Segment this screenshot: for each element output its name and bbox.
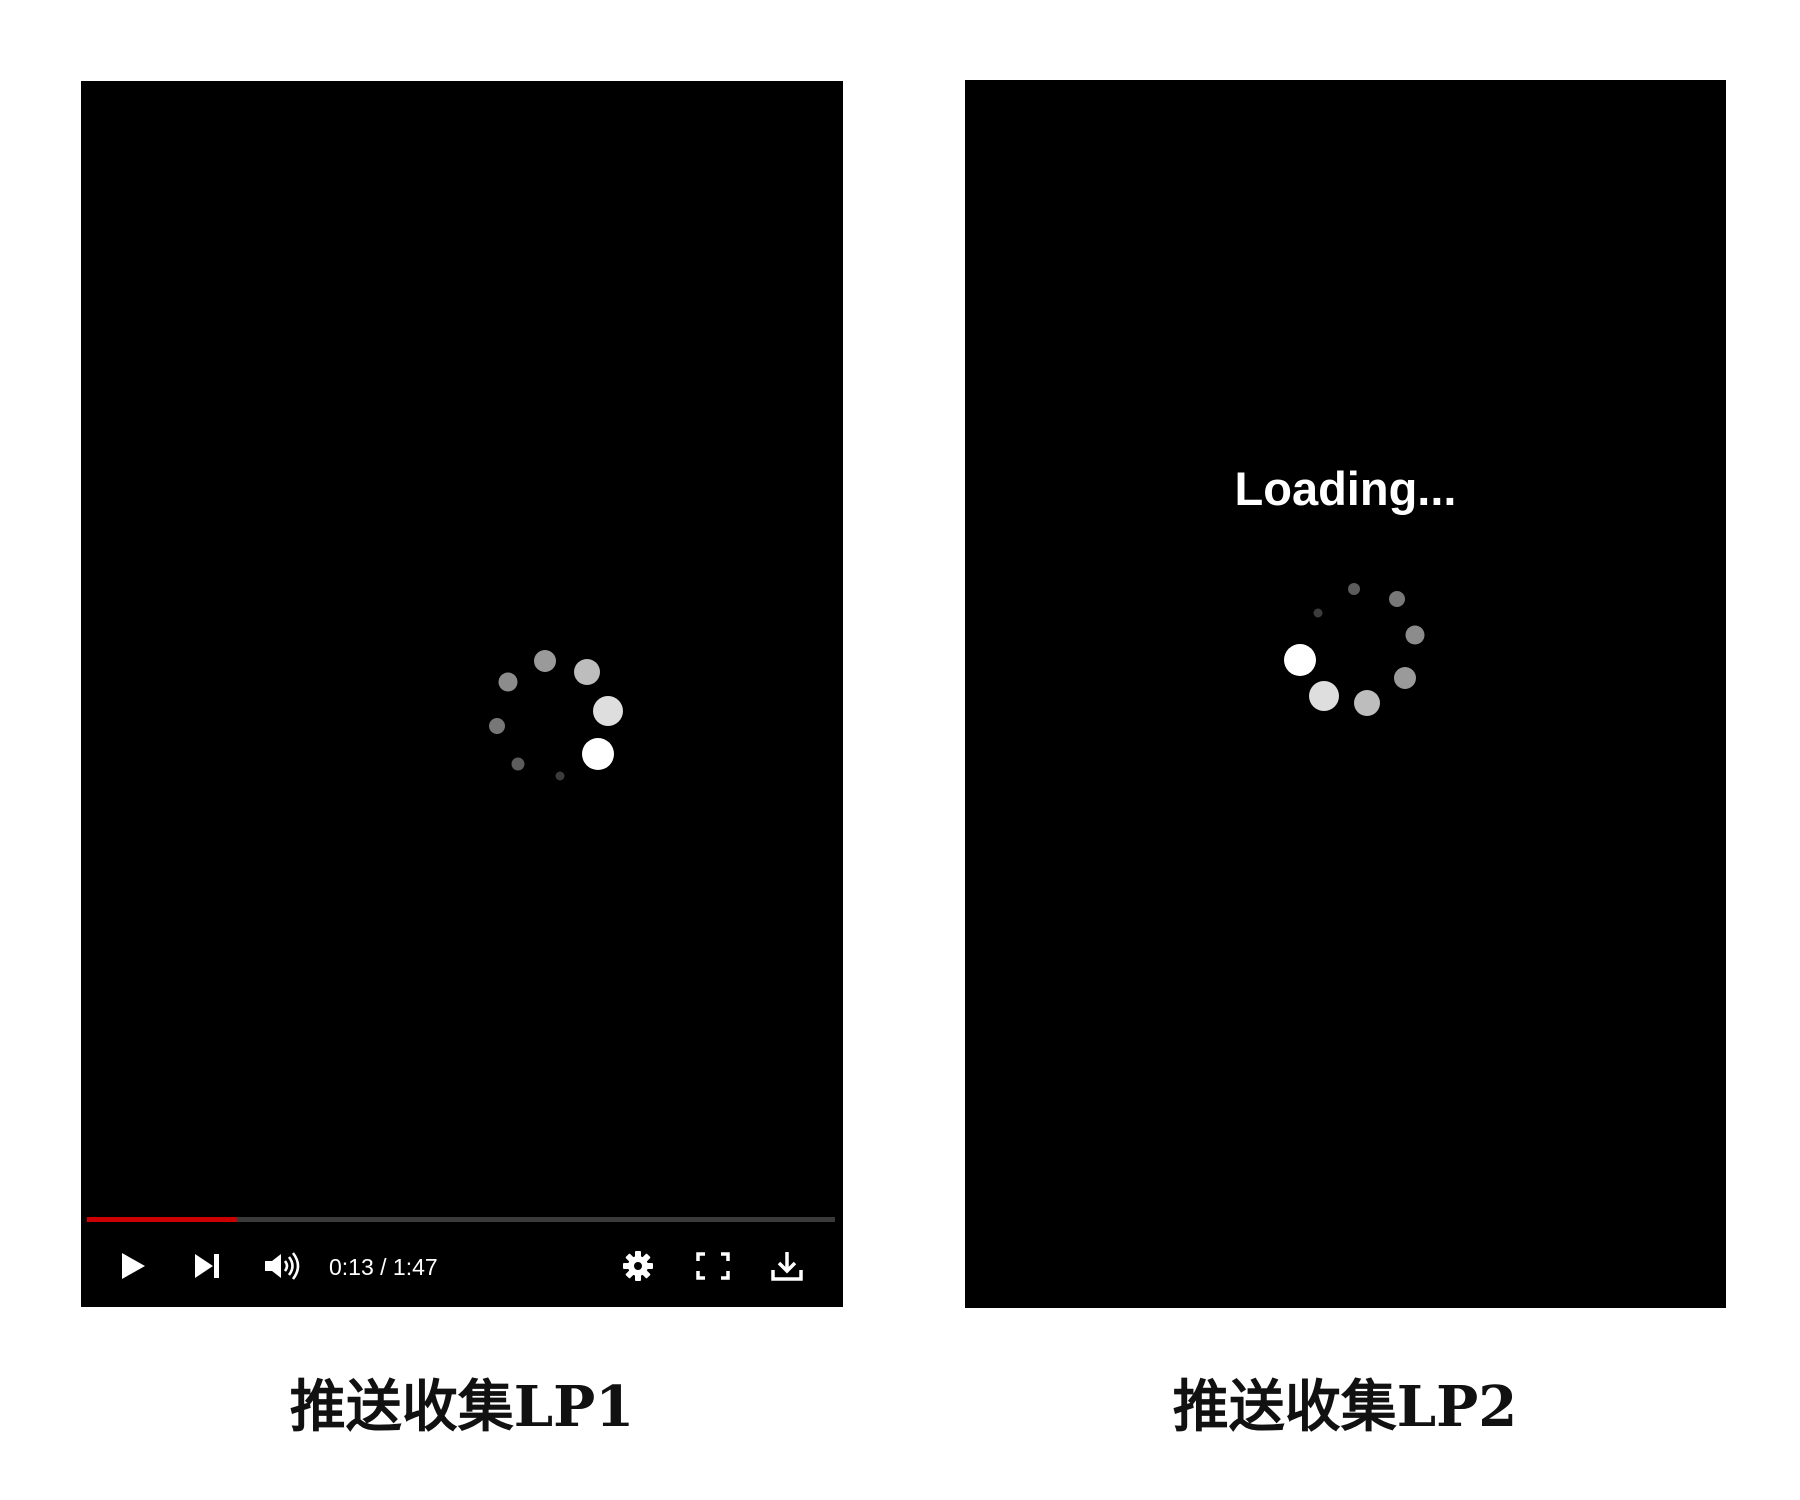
spinner-dot	[498, 672, 518, 692]
spinner-dot	[582, 738, 614, 770]
next-button[interactable]	[185, 1244, 229, 1288]
settings-button[interactable]	[616, 1244, 660, 1288]
panel-caption: 推送收集LP1	[289, 1374, 635, 1440]
progress-bar[interactable]	[87, 1217, 835, 1222]
spinner-dot	[489, 718, 505, 734]
skip-next-icon	[195, 1254, 219, 1278]
loading-text: Loading...	[1234, 462, 1457, 515]
spinner-dot	[1284, 644, 1316, 676]
spinner-dot	[1394, 667, 1416, 689]
play-button[interactable]	[111, 1244, 155, 1288]
panel-caption: 推送收集LP2	[1172, 1374, 1518, 1440]
spinner-dot	[1354, 690, 1380, 716]
loading-spinner-icon	[489, 650, 623, 781]
fullscreen-icon	[696, 1252, 730, 1280]
spinner-dot	[1389, 591, 1405, 607]
fullscreen-button[interactable]	[691, 1244, 735, 1288]
loading-panel: Loading...	[965, 80, 1726, 1308]
spinner-dot	[1348, 583, 1360, 595]
play-icon	[122, 1253, 145, 1279]
volume-button[interactable]	[260, 1244, 304, 1288]
progress-bar-fill	[87, 1217, 237, 1222]
spinner-dot	[1405, 625, 1425, 645]
spinner-dot	[534, 650, 556, 672]
spinner-dot	[574, 659, 600, 685]
settings-gear-icon	[623, 1251, 653, 1281]
spinner-dot	[593, 696, 623, 726]
download-button[interactable]	[765, 1244, 809, 1288]
download-icon	[771, 1252, 803, 1281]
player-controls: 0:13 / 1:47	[81, 1224, 843, 1307]
volume-icon	[265, 1252, 300, 1280]
spinner-dot	[555, 771, 565, 781]
loading-spinner-icon	[1284, 583, 1425, 716]
spinner-dot	[1313, 608, 1323, 618]
spinner-dot	[511, 757, 525, 771]
comparison-stage: 0:13 / 1:47 Loading... 推送收集LP1 推送收集LP2	[0, 0, 1800, 1500]
spinner-dot	[1309, 681, 1339, 711]
video-player-panel: 0:13 / 1:47	[81, 81, 843, 1307]
time-display: 0:13 / 1:47	[329, 1254, 438, 1280]
